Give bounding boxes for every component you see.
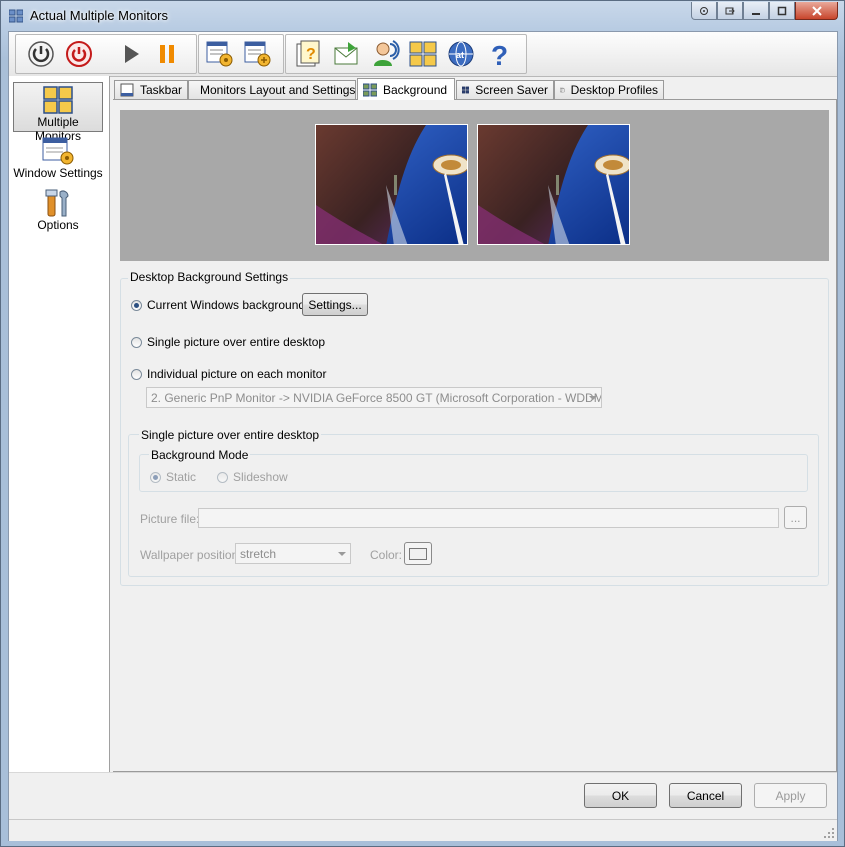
- sidebar-item-multiple-monitors[interactable]: Multiple Monitors: [13, 82, 103, 143]
- tab-screen-saver[interactable]: Screen Saver: [456, 80, 554, 99]
- pin-icon[interactable]: [691, 2, 717, 20]
- monitor-preview-2[interactable]: [477, 124, 630, 245]
- background-icon: [363, 83, 377, 96]
- monitor-preview-1[interactable]: [315, 124, 468, 245]
- screen-saver-icon: [462, 86, 470, 94]
- radio-mode-static[interactable]: Static: [150, 470, 196, 484]
- radio-mode-slideshow[interactable]: Slideshow: [217, 470, 288, 484]
- options-icon: [45, 189, 69, 217]
- sidebar-item-label: Options: [37, 218, 79, 232]
- website-icon[interactable]: at: [446, 39, 476, 69]
- radio-current-background[interactable]: Current Windows background: [131, 298, 305, 312]
- multiple-monitors-icon: [43, 86, 73, 114]
- toolbar-group-settings: [198, 34, 284, 74]
- color-swatch: [409, 547, 427, 560]
- toolbar-group-help: ? at ?: [285, 34, 527, 74]
- sidebar-item-window-settings[interactable]: Window Settings: [13, 134, 103, 184]
- settings-button[interactable]: Settings...: [302, 293, 368, 316]
- tab-strip: Taskbar Monitors Layout and Settings Bac…: [114, 78, 834, 100]
- status-bar: [9, 819, 837, 841]
- tab-monitors-layout[interactable]: Monitors Layout and Settings: [188, 80, 356, 99]
- radio-button[interactable]: [131, 368, 142, 380]
- radio-button[interactable]: [131, 299, 142, 311]
- cancel-button[interactable]: Cancel: [669, 783, 742, 808]
- group-title: Desktop Background Settings: [128, 270, 291, 284]
- maximize-icon[interactable]: [769, 2, 795, 20]
- tab-desktop-profiles[interactable]: Desktop Profiles: [554, 80, 664, 99]
- radio-button[interactable]: [131, 336, 142, 348]
- svg-text:?: ?: [491, 40, 508, 69]
- close-icon[interactable]: [795, 2, 838, 20]
- chevron-down-icon: [589, 395, 597, 400]
- radio-button[interactable]: [150, 471, 161, 483]
- radio-individual-picture[interactable]: Individual picture on each monitor: [131, 367, 326, 381]
- group-title: Background Mode: [149, 448, 251, 462]
- app-icon: [9, 9, 23, 23]
- window-title: Actual Multiple Monitors: [30, 8, 168, 23]
- restore-down-icon[interactable]: [717, 2, 743, 20]
- ok-button[interactable]: OK: [584, 783, 657, 808]
- window-settings-add-icon[interactable]: [205, 39, 235, 69]
- power-icon[interactable]: [26, 39, 56, 69]
- monitor-preview: [120, 110, 829, 261]
- sidebar-item-options[interactable]: Options: [13, 186, 103, 236]
- tab-taskbar[interactable]: Taskbar: [114, 80, 188, 99]
- stop-icon[interactable]: [64, 39, 94, 69]
- help-icon[interactable]: ?: [484, 39, 514, 69]
- desktop-profiles-icon: [560, 87, 565, 93]
- browse-button[interactable]: ...: [784, 506, 807, 529]
- wallpaper-thumbnail: [478, 125, 629, 244]
- title-bar: Actual Multiple Monitors: [1, 1, 844, 31]
- minimize-icon[interactable]: [743, 2, 769, 20]
- multiple-monitors-icon[interactable]: [408, 39, 438, 69]
- picture-file-label: Picture file:: [140, 512, 200, 526]
- group-title: Single picture over entire desktop: [139, 428, 322, 442]
- email-icon[interactable]: [332, 39, 362, 69]
- taskbar-icon: [120, 83, 134, 97]
- color-label: Color:: [370, 548, 403, 562]
- support-icon[interactable]: [370, 39, 400, 69]
- radio-single-picture[interactable]: Single picture over entire desktop: [131, 335, 325, 349]
- sidebar-item-label: Window Settings: [13, 166, 103, 180]
- play-icon[interactable]: [116, 39, 146, 69]
- apply-button[interactable]: Apply: [754, 783, 827, 808]
- window-controls: [691, 2, 838, 20]
- svg-text:?: ?: [306, 46, 316, 63]
- sidebar: Multiple Monitors Window Settings Option…: [9, 76, 110, 772]
- toolbar-group-control: [15, 34, 197, 74]
- window-settings-edit-icon[interactable]: [243, 39, 273, 69]
- resize-grip-icon[interactable]: [823, 827, 835, 839]
- toolbar: ? at ?: [9, 32, 837, 77]
- client-area: ? at ? Multiple Monitors Window Settings…: [8, 31, 838, 841]
- pause-icon[interactable]: [152, 39, 182, 69]
- radio-button[interactable]: [217, 471, 228, 483]
- chevron-down-icon: [338, 551, 346, 556]
- wallpaper-thumbnail: [316, 125, 467, 244]
- picture-file-input[interactable]: [198, 508, 779, 528]
- app-window: Actual Multiple Monitors ? at ? Multiple…: [0, 0, 845, 847]
- help-topics-icon[interactable]: ?: [294, 39, 324, 69]
- tab-background[interactable]: Background: [357, 78, 455, 100]
- wallpaper-position-label: Wallpaper position:: [140, 548, 242, 562]
- monitor-select[interactable]: 2. Generic PnP Monitor -> NVIDIA GeForce…: [146, 387, 602, 408]
- svg-text:at: at: [456, 50, 464, 60]
- wallpaper-position-select[interactable]: stretch: [235, 543, 351, 564]
- window-settings-icon: [42, 137, 74, 165]
- color-button[interactable]: [404, 542, 432, 565]
